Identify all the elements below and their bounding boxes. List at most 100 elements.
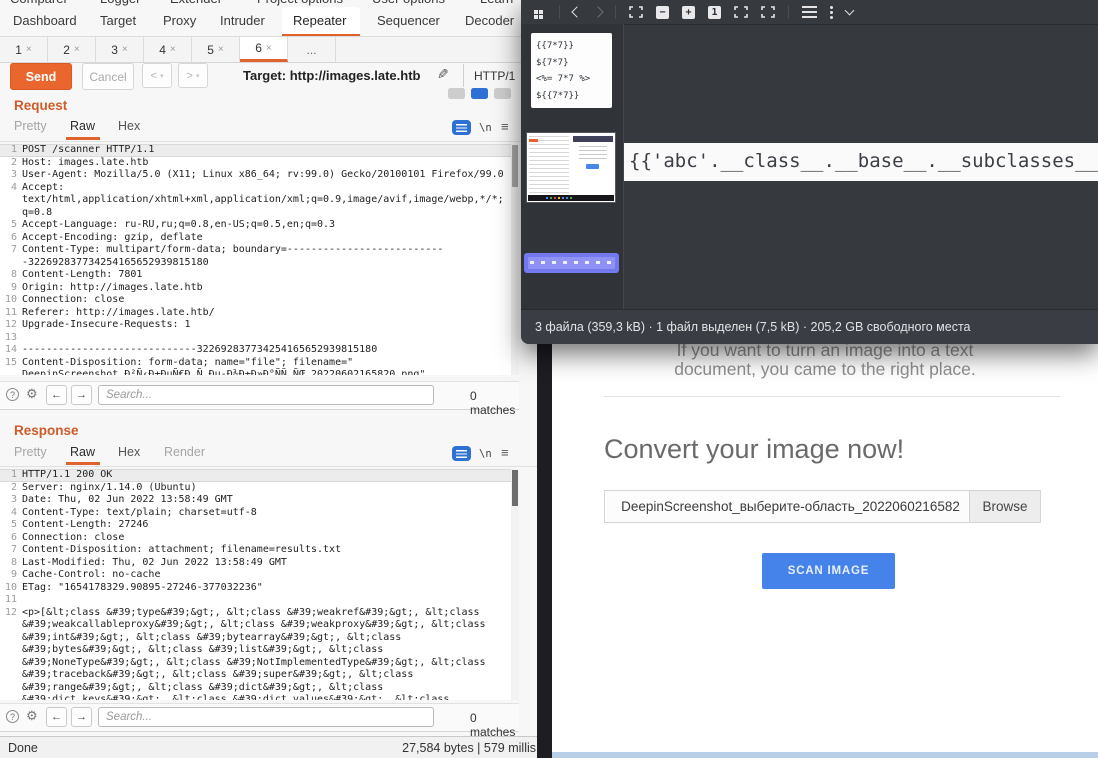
- mini-burp-pane: [529, 136, 569, 193]
- tab-pretty[interactable]: Pretty: [14, 119, 47, 133]
- status-done: Done: [8, 741, 38, 755]
- code-line: 11: [0, 594, 519, 607]
- fullscreen-icon[interactable]: [629, 6, 643, 18]
- mini-send-button: [529, 139, 538, 142]
- pretty-print-icon[interactable]: [452, 120, 471, 135]
- repeater-tab-overflow[interactable]: ...: [288, 37, 336, 62]
- close-icon[interactable]: ×: [266, 43, 272, 54]
- pretty-print-icon[interactable]: [452, 446, 471, 461]
- editor-menu-icon[interactable]: ≡: [501, 445, 509, 460]
- request-editor[interactable]: 1POST /scanner HTTP/1.12Host: images.lat…: [0, 144, 519, 375]
- send-button[interactable]: Send: [10, 63, 72, 90]
- fit-window-icon[interactable]: [761, 6, 775, 18]
- search-input[interactable]: Search...: [98, 707, 434, 727]
- thumbnails-grid-icon[interactable]: [534, 10, 538, 14]
- help-icon[interactable]: ?: [6, 388, 19, 401]
- browser-window-edge: [537, 326, 552, 758]
- search-next-button[interactable]: →: [71, 385, 92, 405]
- repeater-tab-5[interactable]: 5×: [192, 37, 240, 62]
- search-prev-button[interactable]: ←: [46, 385, 67, 405]
- back-icon[interactable]: [571, 6, 582, 17]
- response-scrollbar[interactable]: [511, 469, 519, 700]
- burp-main-menu-row: Dashboard Target Proxy Intruder Repeater…: [0, 6, 541, 37]
- raw-tab-underline: [66, 137, 100, 140]
- code-line: 5Content-Length: 27246: [0, 519, 519, 532]
- kebab-menu-icon[interactable]: [830, 6, 833, 9]
- request-scrollbar[interactable]: [511, 144, 519, 375]
- layout-columns-icon[interactable]: [448, 88, 465, 99]
- forward-icon[interactable]: [592, 6, 603, 17]
- tab-render[interactable]: Render: [164, 445, 205, 459]
- close-icon[interactable]: ×: [170, 44, 176, 55]
- file-upload-field[interactable]: DeepinScreenshot_выберите-область_202206…: [604, 490, 1041, 523]
- code-line: 4Accept: text/html,application/xhtml+xml…: [0, 182, 519, 220]
- code-line: 1POST /scanner HTTP/1.1: [0, 144, 519, 157]
- close-icon[interactable]: ×: [74, 44, 80, 55]
- show-newlines-icon[interactable]: \n: [479, 448, 492, 460]
- burp-suite-window: Comparer Logger Extender Project options…: [0, 0, 541, 758]
- tab-proxy[interactable]: Proxy: [163, 13, 196, 28]
- close-icon[interactable]: ×: [122, 44, 128, 55]
- thumbnail-payload-image[interactable]: {{7*7}} ${7*7} <%= 7*7 %> ${{7*7}}: [531, 33, 612, 108]
- selected-image-preview: [528, 257, 615, 269]
- zoom-out-icon[interactable]: −: [656, 6, 669, 19]
- scan-image-button[interactable]: SCAN IMAGE: [762, 553, 895, 589]
- code-line: 6Accept-Encoding: gzip, deflate: [0, 232, 519, 245]
- tab-raw[interactable]: Raw: [70, 119, 95, 133]
- gear-icon[interactable]: ⚙: [26, 386, 38, 402]
- close-icon[interactable]: ×: [26, 44, 32, 55]
- response-editor[interactable]: 1HTTP/1.1 200 OK2Server: nginx/1.14.0 (U…: [0, 469, 519, 700]
- search-input[interactable]: Search...: [98, 385, 434, 405]
- target-url: Target: http://images.late.htb: [243, 68, 420, 83]
- code-line: 9Cache-Control: no-cache: [0, 569, 519, 582]
- zoom-in-icon[interactable]: +: [682, 6, 695, 19]
- tab-raw[interactable]: Raw: [70, 445, 95, 459]
- edit-target-pencil-icon[interactable]: ✎: [437, 66, 449, 83]
- browse-button[interactable]: Browse: [969, 491, 1040, 522]
- search-next-button[interactable]: →: [71, 707, 92, 727]
- tab-dashboard[interactable]: Dashboard: [13, 13, 77, 28]
- show-newlines-icon[interactable]: \n: [479, 122, 492, 134]
- layout-split-icon-selected[interactable]: [471, 88, 488, 99]
- code-line: 1HTTP/1.1 200 OK: [0, 469, 519, 482]
- tab-pretty[interactable]: Pretty: [14, 445, 47, 459]
- page-heading: Convert your image now!: [604, 434, 904, 465]
- next-request-button[interactable]: >▾: [178, 63, 208, 88]
- tab-intruder[interactable]: Intruder: [220, 13, 265, 28]
- layout-single-icon[interactable]: [494, 88, 511, 99]
- tab-decoder[interactable]: Decoder: [465, 13, 514, 28]
- http-version-selector[interactable]: HTTP/1: [474, 69, 515, 83]
- cancel-button[interactable]: Cancel: [82, 63, 134, 90]
- tab-hex[interactable]: Hex: [118, 119, 140, 133]
- search-prev-button[interactable]: ←: [46, 707, 67, 727]
- prev-request-button[interactable]: <▾: [142, 63, 172, 88]
- repeater-tab-4[interactable]: 4×: [144, 37, 192, 62]
- code-line: 14-----------------------------322692837…: [0, 344, 519, 357]
- repeater-tab-2[interactable]: 2×: [48, 37, 96, 62]
- repeater-tab-3[interactable]: 3×: [96, 37, 144, 62]
- repeater-tab-6-selected[interactable]: 6×: [240, 37, 288, 62]
- close-icon[interactable]: ×: [218, 44, 224, 55]
- repeater-tab-strip: 1× 2× 3× 4× 5× 6× ...: [0, 37, 541, 63]
- gear-icon[interactable]: ⚙: [26, 708, 38, 724]
- burp-status-bar: Done 27,584 bytes | 579 millis: [0, 736, 541, 758]
- list-view-icon[interactable]: [802, 6, 817, 18]
- tab-hex[interactable]: Hex: [118, 445, 140, 459]
- tab-sequencer[interactable]: Sequencer: [377, 13, 440, 28]
- actual-size-icon[interactable]: 1: [708, 6, 721, 19]
- code-line: 5Accept-Language: ru-RU,ru;q=0.8,en-US;q…: [0, 219, 519, 232]
- fit-width-icon[interactable]: [734, 6, 748, 18]
- repeater-tab-1[interactable]: 1×: [0, 37, 48, 62]
- main-image-preview[interactable]: {{'abc'.__class__.__base__.__subclasses_…: [624, 143, 1098, 181]
- chevron-down-icon[interactable]: [845, 6, 855, 16]
- editor-menu-icon[interactable]: ≡: [501, 119, 509, 134]
- code-line: 12<p>[&lt;class &#39;type&#39;&gt;, &lt;…: [0, 607, 519, 701]
- help-icon[interactable]: ?: [6, 710, 19, 723]
- tab-target[interactable]: Target: [100, 13, 136, 28]
- tab-repeater[interactable]: Repeater: [293, 13, 346, 28]
- code-line: 3User-Agent: Mozilla/5.0 (X11; Linux x86…: [0, 169, 519, 182]
- divider: [0, 141, 541, 142]
- code-line: 8Content-Length: 7801: [0, 269, 519, 282]
- thumbnail-screenshot-image[interactable]: [526, 132, 616, 203]
- thumbnail-selected-image[interactable]: [524, 253, 619, 273]
